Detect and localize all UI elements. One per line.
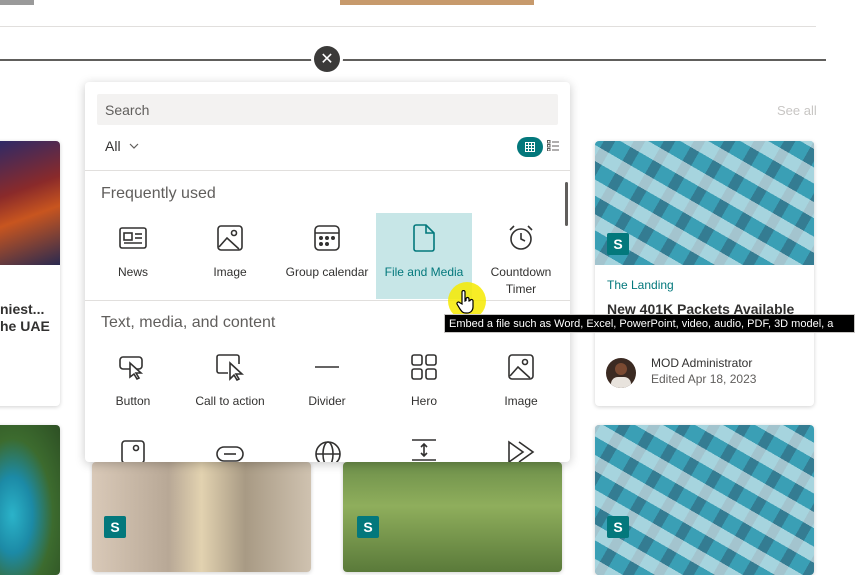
web-part-toolbox: All Frequently used [85, 82, 570, 462]
card-title-line1: niest... [0, 301, 45, 317]
news-card-bottom-2[interactable]: S [92, 462, 311, 572]
link-icon [216, 446, 244, 462]
card-image-crowd [0, 141, 60, 265]
web-part-image[interactable]: Image [182, 213, 278, 299]
hand-pointer-icon [456, 290, 474, 314]
web-part-label: Button [115, 394, 151, 408]
web-part-call-to-action[interactable]: Call to action [182, 342, 278, 428]
image-icon [215, 223, 245, 253]
author-avatar [606, 358, 636, 388]
see-all-link[interactable]: See all [777, 103, 817, 118]
image-gallery-icon [121, 440, 145, 462]
button-pointer-icon [118, 352, 148, 382]
web-part-group-calendar[interactable]: Group calendar [279, 213, 375, 299]
web-part-label: News [117, 265, 148, 279]
file-icon [409, 223, 439, 253]
web-part-label: Image [504, 394, 538, 408]
top-thumbnail-right [340, 0, 534, 5]
sharepoint-site-icon: S [104, 516, 135, 538]
web-part-button[interactable]: Button [85, 342, 181, 428]
card-author-name: MOD Administrator [651, 356, 753, 370]
file-and-media-tooltip: Embed a file such as Word, Excel, PowerP… [444, 314, 855, 333]
grid-icon [525, 142, 535, 152]
card-image-401k-packets [595, 425, 814, 575]
web-part-label-line2: Timer [505, 282, 537, 296]
sharepoint-site-icon: S [607, 516, 638, 538]
web-part-hero[interactable]: Hero [376, 342, 472, 428]
web-part-label: Image [213, 265, 247, 279]
web-part-label-line1: Countdown [490, 265, 552, 279]
section-title-text-media-content: Text, media, and content [101, 314, 276, 331]
web-part-countdown-timer[interactable]: Countdown Timer [473, 213, 569, 299]
web-part-label: Call to action [195, 394, 265, 408]
card-edited-date: Edited Apr 18, 2023 [651, 372, 757, 386]
news-card-left[interactable]: niest... he UAE [0, 141, 60, 406]
section-divider [0, 26, 816, 27]
search-input[interactable] [97, 94, 558, 125]
view-toggle [517, 137, 559, 157]
card-site-name[interactable]: The Landing [607, 278, 674, 292]
image-icon [506, 352, 536, 382]
list-view-button[interactable] [547, 138, 559, 156]
news-card-bottom-3[interactable]: S [343, 462, 562, 572]
top-thumbnail-left [0, 0, 34, 5]
grid-view-button[interactable] [517, 137, 543, 157]
filter-label: All [105, 138, 121, 154]
filter-dropdown[interactable]: All [105, 138, 139, 154]
news-card-bottom-left[interactable] [0, 425, 60, 575]
web-part-label: Group calendar [285, 265, 369, 279]
web-part-label: Hero [410, 394, 437, 408]
section-divider [85, 300, 570, 301]
news-card-bottom-right[interactable]: S [595, 425, 814, 575]
sharepoint-site-icon: S [357, 516, 388, 538]
web-part-label: File and Media [384, 265, 464, 279]
section-insert-line [0, 59, 826, 61]
web-part-spacer-partial[interactable] [410, 438, 438, 462]
alarm-clock-icon [506, 223, 536, 253]
news-card-right[interactable]: S The Landing New 401K Packets Available… [595, 141, 814, 406]
section-title-frequently-used: Frequently used [101, 185, 216, 202]
news-icon [118, 223, 148, 253]
list-icon [547, 140, 559, 152]
calendar-icon [312, 223, 342, 253]
call-to-action-icon [215, 352, 245, 382]
web-part-news[interactable]: News [85, 213, 181, 299]
divider-icon [312, 352, 342, 382]
web-part-image-2[interactable]: Image [473, 342, 569, 428]
card-image-coast [0, 425, 60, 575]
close-icon: ✕ [320, 51, 334, 68]
web-part-link-partial[interactable] [216, 444, 244, 462]
close-toolbox-button[interactable]: ✕ [314, 46, 340, 72]
card-title-line2: he UAE [0, 318, 50, 334]
globe-icon [315, 441, 341, 462]
play-icon [508, 440, 535, 462]
chevron-down-icon [129, 143, 138, 149]
web-part-stream-partial[interactable] [507, 440, 537, 462]
hero-layout-icon [409, 352, 439, 382]
spacer-icon [412, 439, 436, 461]
web-part-image-gallery-partial[interactable] [121, 440, 147, 462]
panel-divider [85, 170, 570, 171]
web-part-label: Divider [308, 394, 346, 408]
web-part-divider[interactable]: Divider [279, 342, 375, 428]
sharepoint-site-icon: S [607, 233, 638, 255]
web-part-embed-partial[interactable] [314, 440, 342, 462]
